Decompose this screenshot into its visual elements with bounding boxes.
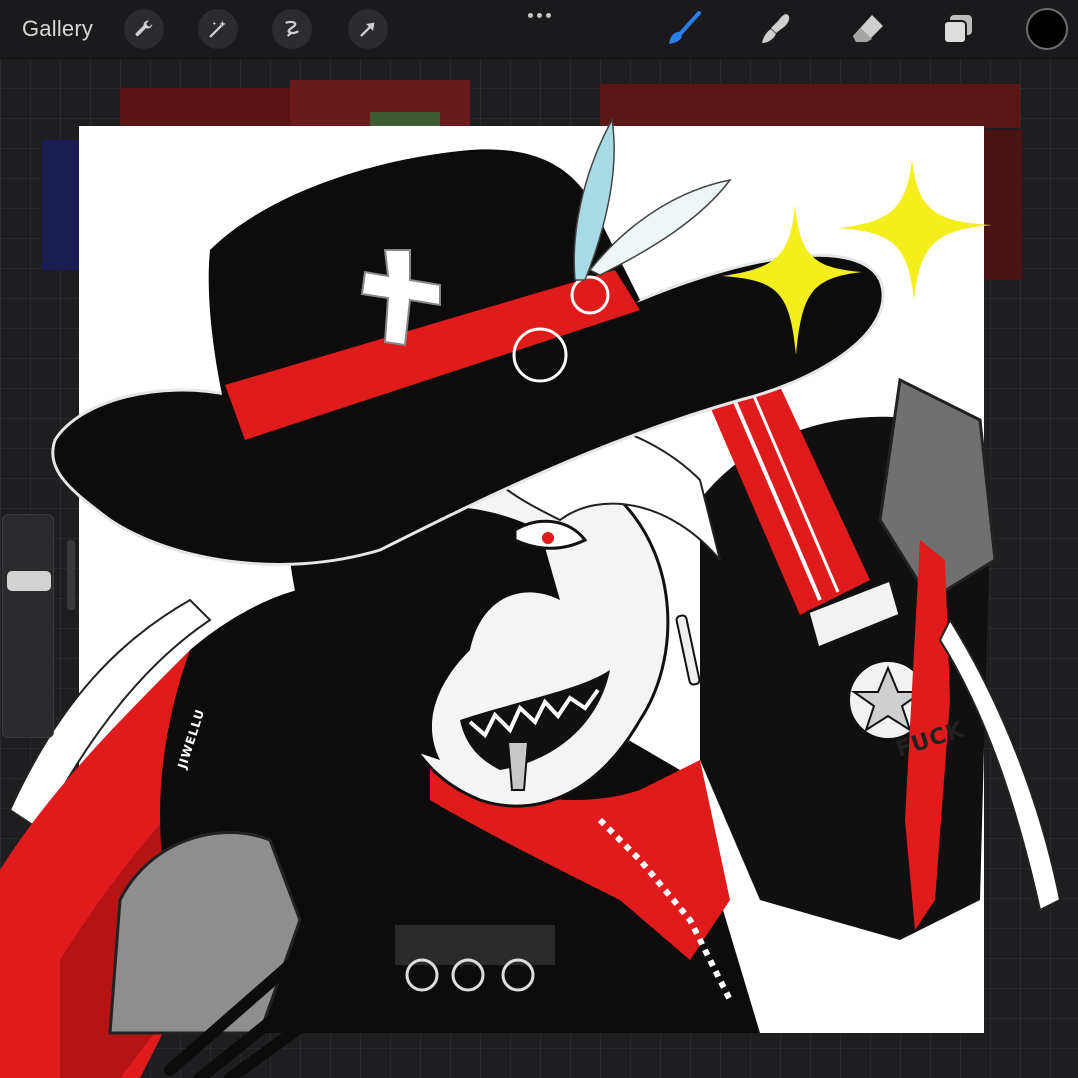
transform-button[interactable] <box>348 9 388 49</box>
layers-button[interactable] <box>938 10 978 48</box>
selection-button[interactable] <box>272 9 312 49</box>
transform-arrow-icon <box>360 22 375 37</box>
smudge-button[interactable] <box>756 10 796 48</box>
smudge-icon <box>762 14 790 43</box>
magic-wand-icon <box>209 20 226 38</box>
actions-button[interactable] <box>124 9 164 49</box>
cigarette <box>506 741 530 791</box>
modify-button[interactable] <box>67 540 75 610</box>
brush-size-slider[interactable] <box>2 514 54 738</box>
selection-icon <box>285 20 299 37</box>
top-toolbar: Gallery <box>0 0 1078 59</box>
brush-size-handle[interactable] <box>7 571 51 591</box>
color-swatch[interactable] <box>1026 8 1068 50</box>
artwork <box>0 117 1062 1078</box>
earring <box>675 614 701 686</box>
eye-iris <box>542 532 554 544</box>
brush-icon <box>669 11 701 44</box>
feather-2 <box>588 178 732 276</box>
wrench-icon <box>135 20 153 37</box>
eraser-icon <box>853 15 883 42</box>
drawing-canvas[interactable]: JIWELLU FUCK <box>0 117 1062 1078</box>
brush-button[interactable] <box>664 10 704 48</box>
gallery-button[interactable]: Gallery <box>22 16 93 42</box>
more-dots-icon[interactable] <box>521 6 557 24</box>
eraser-button[interactable] <box>848 10 888 48</box>
adjustments-button[interactable] <box>198 9 238 49</box>
layers-icon <box>943 15 972 44</box>
